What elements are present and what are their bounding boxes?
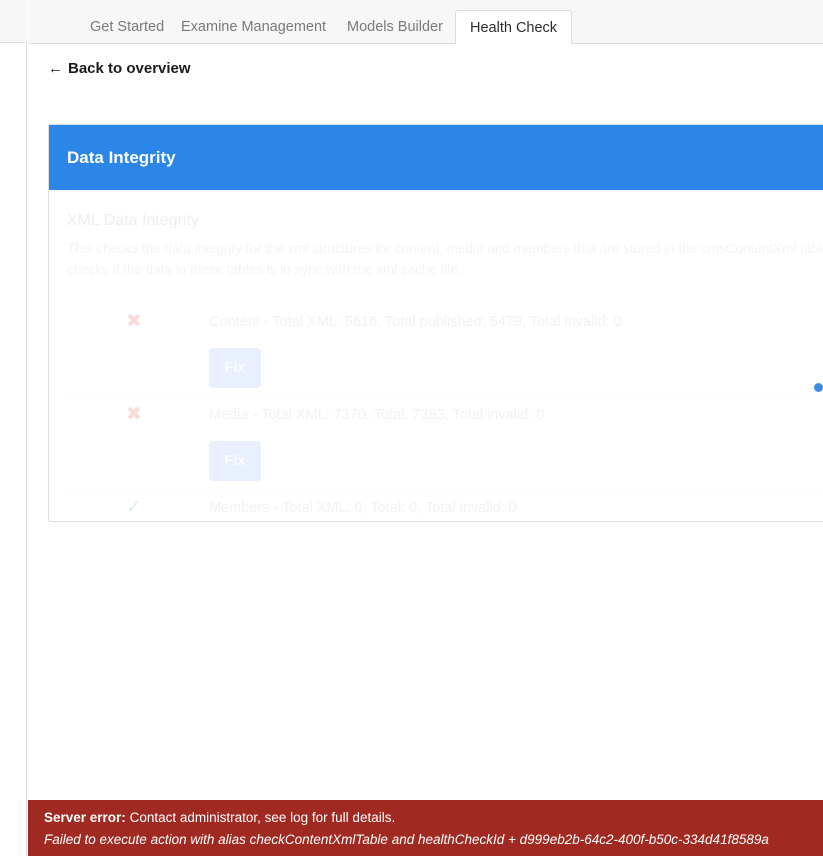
check-icon: ✓ [126, 497, 142, 518]
data-integrity-card: Data Integrity XML Data Integrity This c… [48, 124, 823, 522]
tab-examine-management[interactable]: Examine Management [167, 10, 340, 44]
left-rail-top-band [0, 0, 27, 43]
health-check-message: Members - Total XML: 0, Total: 0, Total … [209, 500, 517, 516]
section-heading: XML Data Integrity [67, 212, 199, 229]
health-check-row: ✓ Members - Total XML: 0, Total: 0, Total… [67, 492, 823, 554]
tab-label: Examine Management [181, 19, 327, 35]
fix-button[interactable]: Fix [209, 441, 261, 481]
card-header: Data Integrity [49, 125, 823, 190]
card-body: XML Data Integrity This checks the data … [49, 190, 823, 521]
health-check-row: ✖ Media - Total XML: 7370, Total: 7383, T… [67, 399, 823, 492]
tab-get-started[interactable]: Get Started [76, 10, 178, 44]
back-arrow-icon: ← [48, 60, 63, 77]
tab-bar: Get Started Examine Management Models Buil… [28, 0, 823, 45]
loading-dot-1 [814, 383, 823, 392]
error-detail: Failed to execute action with alias chec… [44, 832, 769, 847]
section-description: This checks the data integrity for the x… [67, 241, 823, 277]
health-check-row: ✖ Content - Total XML: 5616, Total publis… [67, 306, 823, 399]
tab-label: Health Check [470, 19, 558, 36]
fix-button[interactable]: Fix [209, 348, 261, 388]
main-content: ← Back to overview Data Integrity XML Da… [28, 44, 823, 856]
health-check-results-list: ✖ Content - Total XML: 5616, Total publis… [67, 306, 823, 554]
error-lead-label: Server error: [44, 810, 126, 825]
tab-label: Models Builder [347, 19, 443, 35]
cross-icon: ✖ [126, 404, 142, 425]
error-message: Contact administrator, see log for full … [129, 810, 396, 825]
cross-icon: ✖ [126, 311, 142, 332]
health-check-message: Media - Total XML: 7370, Total: 7383, To… [209, 407, 545, 423]
server-error-notification[interactable]: Server error: Contact administrator, see… [28, 800, 823, 856]
card-title: Data Integrity [67, 147, 176, 167]
tab-health-check[interactable]: Health Check [455, 10, 573, 45]
loading-dots-icon [814, 382, 823, 393]
left-rail [0, 0, 27, 856]
back-to-overview-link[interactable]: ← Back to overview [48, 60, 191, 77]
tab-label: Get Started [90, 19, 165, 35]
health-check-message: Content - Total XML: 5616, Total publish… [209, 314, 622, 330]
tab-models-builder[interactable]: Models Builder [333, 10, 457, 44]
error-primary-line: Server error: Contact administrator, see… [44, 807, 807, 829]
back-to-overview-label: Back to overview [68, 60, 191, 77]
